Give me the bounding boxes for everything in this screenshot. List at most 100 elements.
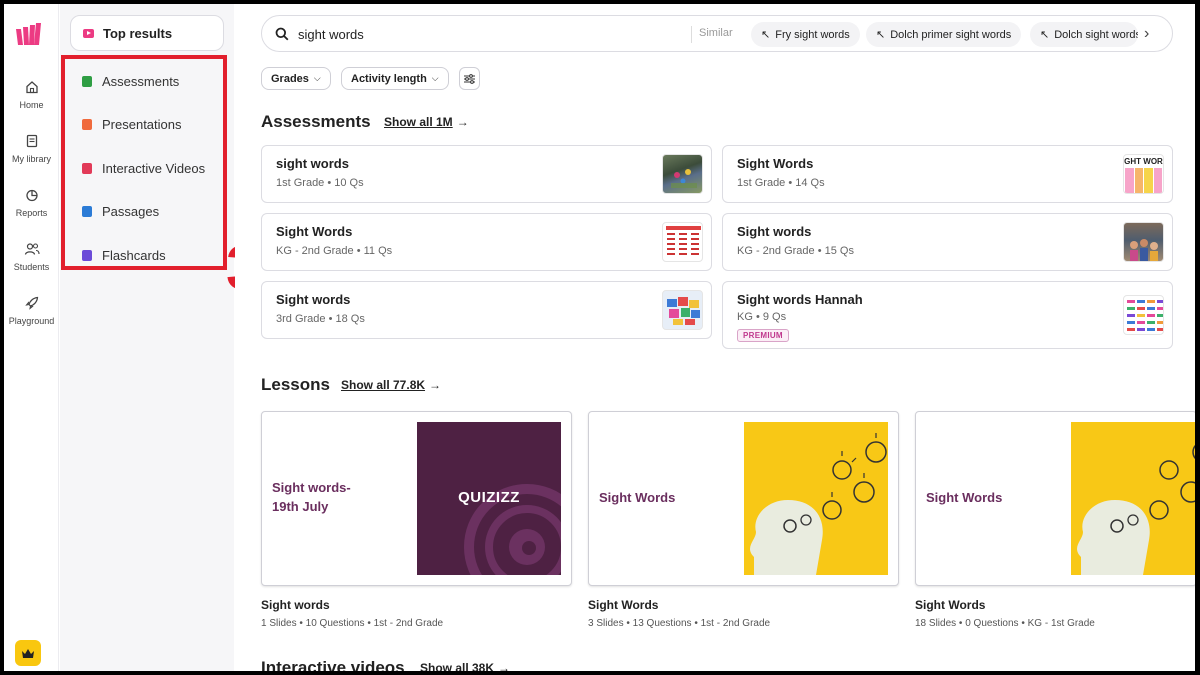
card-meta: KG - 2nd Grade • 15 Qs: [737, 245, 854, 257]
assessment-card[interactable]: sight words 1st Grade • 10 Qs: [261, 145, 712, 203]
similar-chip[interactable]: ↖ Fry sight words: [751, 22, 860, 47]
card-title: Sight words: [276, 292, 351, 307]
annotation-highlight-box: [61, 55, 227, 270]
show-all-label: Show all 1M: [384, 115, 453, 129]
card-thumbnail: [662, 290, 703, 330]
rocket-icon: [24, 296, 38, 310]
library-icon: [26, 134, 37, 148]
lessons-heading: Lessons: [261, 375, 330, 394]
grades-filter[interactable]: Grades ⌵: [261, 67, 331, 90]
app-window: Home My library Reports Students Playgro…: [4, 4, 1195, 671]
card-thumbnail: [1123, 222, 1164, 262]
card-thumbnail: [1123, 295, 1164, 335]
lesson-meta: 18 Slides • 0 Questions • KG - 1st Grade: [915, 618, 1095, 629]
rail-label-playground: Playground: [8, 316, 55, 326]
activity-length-label: Activity length: [351, 72, 427, 85]
rail-item-reports[interactable]: Reports: [4, 188, 59, 218]
show-all-label: Show all 77.8K: [341, 378, 426, 392]
filter-settings-button[interactable]: [459, 67, 480, 90]
assessment-card[interactable]: Sight Words 1st Grade • 14 Qs GHT WOR: [722, 145, 1173, 203]
reports-icon: [25, 189, 38, 202]
similar-chip-label: Dolch primer sight words: [890, 28, 1012, 41]
card-title: Sight Words: [737, 156, 814, 171]
assessment-card[interactable]: Sight words Hannah KG • 9 Qs PREMIUM: [722, 281, 1173, 349]
card-meta: 1st Grade • 14 Qs: [737, 177, 825, 189]
card-title: sight words: [276, 156, 349, 171]
top-results-icon: [83, 28, 94, 38]
arrow-up-left-icon: ↖: [761, 29, 771, 41]
search-icon: [275, 27, 289, 41]
arrow-right-icon: →: [429, 378, 442, 392]
sliders-icon: [464, 73, 475, 84]
lessons-show-all-link[interactable]: Show all 77.8K →: [341, 378, 441, 392]
card-title: Sight words Hannah: [737, 292, 863, 307]
card-title: Sight Words: [276, 224, 353, 239]
lesson-cover-image: QUIZIZZ: [417, 422, 561, 575]
arrow-up-left-icon: ↖: [1040, 29, 1050, 41]
lesson-cover-image: [744, 422, 888, 575]
left-rail: Home My library Reports Students Playgro…: [4, 4, 59, 671]
activity-length-filter[interactable]: Activity length ⌵: [341, 67, 449, 90]
lesson-meta: 3 Slides • 13 Questions • 1st - 2nd Grad…: [588, 618, 771, 629]
home-icon: [25, 81, 38, 94]
card-meta: 3rd Grade • 18 Qs: [276, 313, 365, 325]
lesson-card[interactable]: Sight Words: [915, 411, 1195, 586]
thumbnail-text: GHT WOR: [1124, 157, 1163, 166]
lesson-name[interactable]: Sight words: [261, 598, 330, 612]
search-divider: [691, 26, 692, 43]
similar-chip-label: Fry sight words: [775, 28, 850, 41]
lesson-name[interactable]: Sight Words: [588, 598, 658, 612]
lesson-cover-title: Sight Words: [599, 490, 676, 505]
assessments-heading: Assessments: [261, 112, 371, 131]
card-thumbnail: [662, 154, 703, 194]
similar-label: Similar: [699, 27, 733, 39]
chevron-right-icon[interactable]: ›: [1144, 25, 1149, 43]
main-content: Similar ↖ Fry sight words ↖ Dolch primer s…: [235, 4, 1195, 671]
rail-label-home: Home: [19, 100, 44, 110]
lesson-cover-image: [1071, 422, 1195, 575]
lesson-cover-title: Sight Words: [926, 490, 1003, 505]
premium-button[interactable]: [15, 640, 41, 666]
rail-label-students: Students: [13, 262, 50, 272]
premium-badge: PREMIUM: [737, 329, 789, 342]
rail-label-reports: Reports: [15, 208, 48, 218]
rail-item-home[interactable]: Home: [4, 80, 59, 110]
lesson-cover-title: Sight words- 19th July: [272, 480, 351, 514]
quizizz-logo: QUIZIZZ: [458, 489, 520, 506]
rail-label-my-library: My library: [11, 154, 51, 164]
arrow-right-icon: →: [456, 115, 469, 129]
assessments-show-all-link[interactable]: Show all 1M →: [384, 115, 469, 129]
assessment-card[interactable]: Sight words 3rd Grade • 18 Qs: [261, 281, 712, 339]
card-meta: KG • 9 Qs: [737, 311, 787, 323]
assessment-card[interactable]: Sight Words KG - 2nd Grade • 11 Qs: [261, 213, 712, 271]
lesson-card[interactable]: Sight words- 19th July QUIZIZZ: [261, 411, 572, 586]
assessment-card[interactable]: Sight words KG - 2nd Grade • 15 Qs: [722, 213, 1173, 271]
chevron-down-icon: ⌵: [313, 73, 321, 83]
card-thumbnail: [662, 222, 703, 262]
chevron-down-icon: ⌵: [431, 73, 439, 83]
lesson-meta: 1 Slides • 10 Questions • 1st - 2nd Grad…: [261, 618, 444, 629]
similar-chip[interactable]: ↖ Dolch sight words: [1030, 22, 1138, 47]
interactive-videos-show-all-link[interactable]: Show all 38K →: [420, 661, 510, 671]
rail-item-students[interactable]: Students: [4, 242, 59, 272]
lesson-name[interactable]: Sight Words: [915, 598, 985, 612]
search-input[interactable]: [298, 24, 678, 44]
similar-chip-label: Dolch sight words: [1054, 28, 1138, 41]
card-meta: KG - 2nd Grade • 11 Qs: [276, 245, 393, 257]
category-top-results-label: Top results: [103, 25, 173, 41]
category-top-results[interactable]: Top results: [70, 15, 224, 51]
rail-item-playground[interactable]: Playground: [4, 296, 59, 326]
similar-chip[interactable]: ↖ Dolch primer sight words: [866, 22, 1022, 47]
lesson-card[interactable]: Sight Words: [588, 411, 899, 586]
arrow-up-left-icon: ↖: [876, 29, 886, 41]
students-icon: [24, 243, 40, 255]
card-meta: 1st Grade • 10 Qs: [276, 177, 364, 189]
card-thumbnail: GHT WOR: [1123, 154, 1164, 194]
crown-icon: [22, 648, 34, 658]
show-all-label: Show all 38K: [420, 661, 495, 671]
interactive-videos-heading: Interactive videos: [261, 658, 405, 671]
rail-item-my-library[interactable]: My library: [4, 134, 59, 164]
arrow-right-icon: →: [498, 661, 511, 671]
app-logo-icon[interactable]: [14, 21, 42, 47]
card-title: Sight words: [737, 224, 812, 239]
